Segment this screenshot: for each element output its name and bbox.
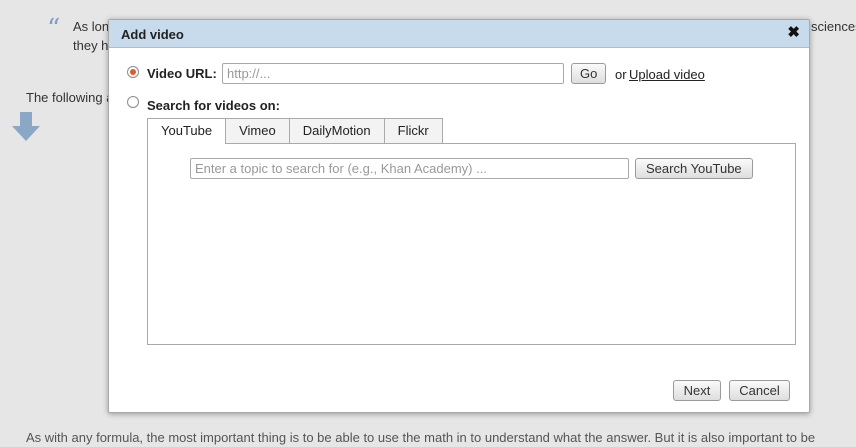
or-text: or bbox=[615, 67, 627, 82]
dialog-title: Add video bbox=[121, 27, 184, 42]
video-url-label: Video URL: bbox=[147, 66, 217, 81]
search-videos-radio[interactable] bbox=[127, 96, 139, 108]
next-button[interactable]: Next bbox=[673, 380, 721, 401]
youtube-tab-panel: Search YouTube bbox=[147, 143, 796, 345]
video-source-tabs: YouTube Vimeo DailyMotion Flickr bbox=[147, 118, 443, 144]
search-topic-input[interactable] bbox=[190, 158, 629, 179]
cancel-button[interactable]: Cancel bbox=[729, 380, 790, 401]
tab-dailymotion[interactable]: DailyMotion bbox=[288, 118, 385, 143]
quote-text-line1-right: sciences bbox=[811, 19, 856, 34]
add-video-dialog: Add video ✖ Video URL: Go or Upload vide… bbox=[108, 19, 810, 413]
tab-youtube[interactable]: YouTube bbox=[147, 118, 227, 144]
go-button[interactable]: Go bbox=[571, 63, 607, 84]
search-videos-label: Search for videos on: bbox=[147, 98, 280, 113]
arrow-down-icon bbox=[12, 112, 40, 141]
dialog-header: Add video ✖ bbox=[109, 20, 809, 48]
following-text: The following a bbox=[26, 90, 114, 105]
tab-vimeo[interactable]: Vimeo bbox=[225, 118, 290, 143]
close-icon[interactable]: ✖ bbox=[787, 25, 800, 41]
video-url-radio[interactable] bbox=[127, 66, 139, 78]
tab-flickr[interactable]: Flickr bbox=[383, 118, 443, 143]
quote-text-line2: they h bbox=[73, 38, 109, 53]
bottom-paragraph-text: As with any formula, the most important … bbox=[26, 430, 816, 445]
video-url-input[interactable] bbox=[222, 63, 564, 84]
quote-icon: “ bbox=[47, 14, 61, 44]
search-youtube-button[interactable]: Search YouTube bbox=[635, 158, 753, 179]
quote-text-line1: As lon bbox=[73, 19, 110, 34]
upload-video-link[interactable]: Upload video bbox=[629, 67, 705, 82]
